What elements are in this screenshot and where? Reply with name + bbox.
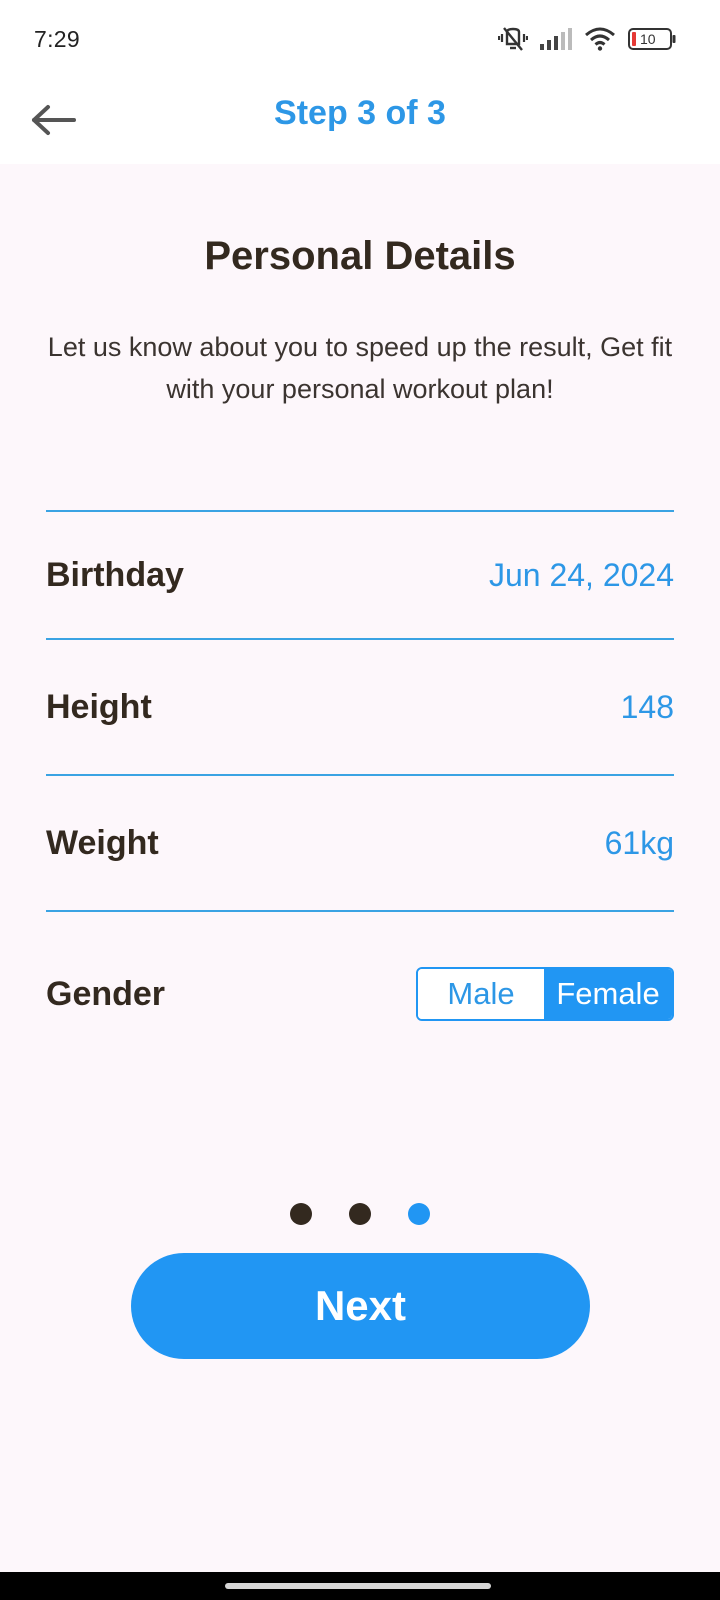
next-button[interactable]: Next xyxy=(131,1253,590,1359)
weight-label: Weight xyxy=(46,823,159,862)
page-indicator xyxy=(0,1203,720,1225)
height-label: Height xyxy=(46,687,152,726)
signal-icon xyxy=(540,28,572,50)
page-dot-2 xyxy=(349,1203,371,1225)
height-value[interactable]: 148 xyxy=(621,689,674,726)
birthday-value[interactable]: Jun 24, 2024 xyxy=(489,557,674,594)
gender-toggle: Male Female xyxy=(416,967,674,1021)
battery-icon: 10 xyxy=(628,28,676,50)
gender-label: Gender xyxy=(46,974,166,1013)
height-row[interactable]: Height 148 xyxy=(46,640,674,774)
status-time: 7:29 xyxy=(34,26,80,52)
wifi-icon xyxy=(584,27,616,51)
app-bar: Step 3 of 3 xyxy=(0,82,720,164)
battery-level: 10 xyxy=(640,31,656,47)
page-title: Personal Details xyxy=(204,234,516,278)
weight-row[interactable]: Weight 61kg xyxy=(46,776,674,910)
weight-value[interactable]: 61kg xyxy=(605,825,674,862)
home-indicator[interactable] xyxy=(225,1583,491,1589)
gender-row: Gender Male Female xyxy=(46,912,674,1076)
gender-female-option[interactable]: Female xyxy=(544,969,672,1019)
gender-male-option[interactable]: Male xyxy=(418,969,544,1019)
page-dot-1 xyxy=(290,1203,312,1225)
birthday-label: Birthday xyxy=(46,555,184,594)
step-title: Step 3 of 3 xyxy=(274,94,446,132)
page-subtitle: Let us know about you to speed up the re… xyxy=(47,332,673,404)
status-bar: 7:29 10 xyxy=(0,0,720,82)
system-nav-bar xyxy=(0,1572,720,1600)
personal-details-form: Birthday Jun 24, 2024 Height 148 Weight … xyxy=(46,510,674,1076)
app-screen: 7:29 10 Step 3 of 3 Personal Details Let… xyxy=(0,0,720,1600)
vibrate-mute-icon xyxy=(498,25,528,53)
birthday-row[interactable]: Birthday Jun 24, 2024 xyxy=(46,512,674,638)
page-dot-3-active xyxy=(408,1203,430,1225)
status-icons: 10 xyxy=(498,24,676,54)
